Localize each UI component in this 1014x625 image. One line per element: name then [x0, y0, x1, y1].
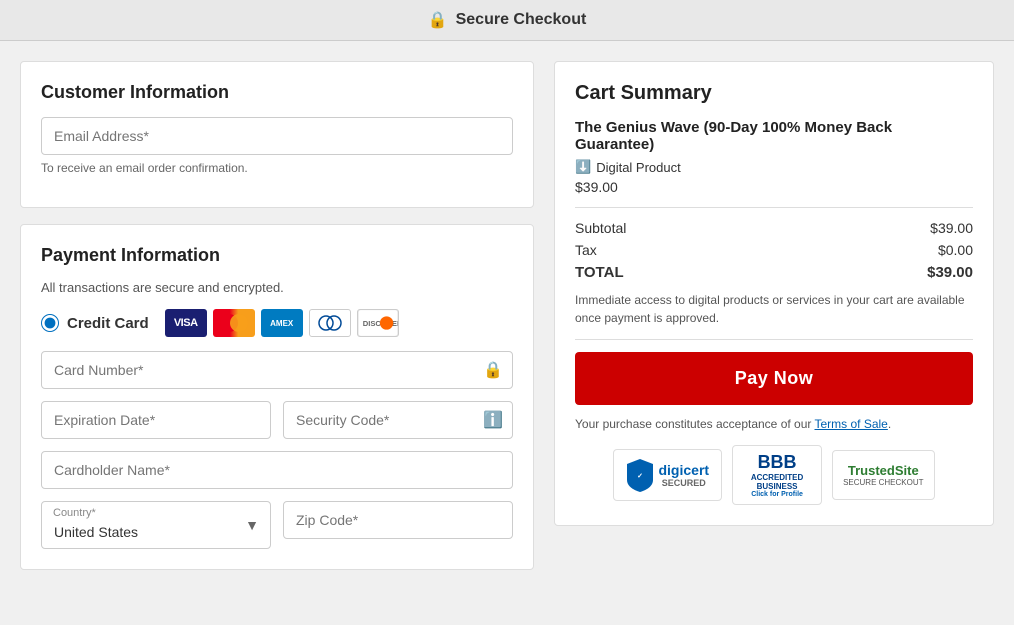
card-icons: VISA AMEX [165, 309, 399, 337]
digicert-badge: ✓ digicert SECURED [613, 449, 722, 501]
subtotal-label: Subtotal [575, 220, 626, 236]
amex-icon: AMEX [261, 309, 303, 337]
download-icon: ⬇️ [575, 159, 591, 175]
cart-summary-panel: Cart Summary The Genius Wave (90-Day 100… [554, 61, 994, 526]
card-number-group: 🔒 [41, 351, 513, 389]
credit-card-text: Credit Card [67, 315, 149, 332]
visa-icon: VISA [165, 309, 207, 337]
terms-prefix: Your purchase constitutes acceptance of … [575, 417, 815, 431]
trust-badges: ✓ digicert SECURED BBB ACCREDITED BUSINE… [575, 445, 973, 505]
digicert-shield-icon: ✓ [626, 458, 654, 492]
mastercard-icon [213, 309, 255, 337]
divider-1 [575, 207, 973, 208]
card-number-input[interactable] [41, 351, 513, 389]
total-row: TOTAL $39.00 [575, 264, 973, 281]
terms-link[interactable]: Terms of Sale [815, 417, 888, 431]
cardholder-input[interactable] [41, 451, 513, 489]
discover-icon: DISCOVER [357, 309, 399, 337]
country-label: Country* [53, 507, 96, 519]
divider-2 [575, 339, 973, 340]
access-note: Immediate access to digital products or … [575, 291, 973, 327]
main-layout: Customer Information To receive an email… [0, 41, 1014, 590]
trustedsite-badge: TrustedSite SECURE CHECKOUT [832, 450, 934, 500]
trusted-sub: SECURE CHECKOUT [843, 478, 923, 487]
total-value: $39.00 [927, 264, 973, 281]
terms-text: Your purchase constitutes acceptance of … [575, 417, 973, 431]
product-name: The Genius Wave (90-Day 100% Money Back … [575, 119, 973, 153]
svg-text:✓: ✓ [638, 473, 644, 480]
email-form-group: To receive an email order confirmation. [41, 117, 513, 175]
digital-badge: ⬇️ Digital Product [575, 159, 973, 175]
customer-info-card: Customer Information To receive an email… [20, 61, 534, 208]
digicert-label: digicert [658, 462, 709, 478]
subtotal-row: Subtotal $39.00 [575, 220, 973, 236]
subtotal-value: $39.00 [930, 220, 973, 236]
bbb-accredited: ACCREDITED [751, 473, 803, 482]
pay-now-button[interactable]: Pay Now [575, 352, 973, 405]
security-group: ℹ️ [283, 401, 513, 439]
expiry-input[interactable] [41, 401, 271, 439]
expiry-security-row: ℹ️ [41, 401, 513, 439]
left-panel: Customer Information To receive an email… [20, 61, 534, 570]
security-code-input[interactable] [283, 401, 513, 439]
cardholder-group [41, 451, 513, 489]
payment-info-card: Payment Information All transactions are… [20, 224, 534, 570]
header-title: Secure Checkout [456, 11, 587, 29]
email-hint: To receive an email order confirmation. [41, 161, 513, 175]
digital-label: Digital Product [596, 160, 681, 175]
tax-row: Tax $0.00 [575, 242, 973, 258]
payment-methods-row: Credit Card VISA AMEX [41, 309, 513, 337]
credit-card-label[interactable]: Credit Card [41, 314, 149, 332]
tax-label: Tax [575, 242, 597, 258]
zip-group [283, 501, 513, 549]
customer-section-title: Customer Information [41, 82, 513, 103]
bbb-badge: BBB ACCREDITED BUSINESS Click for Profil… [732, 445, 822, 505]
bbb-logo: BBB [758, 452, 797, 473]
total-label: TOTAL [575, 264, 624, 281]
payment-section-title: Payment Information [41, 245, 513, 266]
country-group: Country* United States Canada United Kin… [41, 501, 271, 549]
product-price: $39.00 [575, 179, 973, 195]
country-zip-row: Country* United States Canada United Kin… [41, 501, 513, 549]
terms-suffix: . [888, 417, 891, 431]
payment-subtitle: All transactions are secure and encrypte… [41, 280, 513, 295]
bbb-profile: Click for Profile [751, 491, 803, 498]
diners-icon [309, 309, 351, 337]
credit-card-radio[interactable] [41, 314, 59, 332]
cart-title: Cart Summary [575, 82, 973, 105]
checkout-header: 🔒 Secure Checkout [0, 0, 1014, 41]
expiry-group [41, 401, 271, 439]
email-input[interactable] [41, 117, 513, 155]
bbb-business: BUSINESS [757, 482, 798, 491]
trusted-label: TrustedSite [848, 463, 919, 478]
tax-value: $0.00 [938, 242, 973, 258]
digicert-sub: SECURED [658, 478, 709, 488]
info-icon: ℹ️ [483, 410, 503, 430]
zip-input[interactable] [283, 501, 513, 539]
lock-card-icon: 🔒 [483, 360, 503, 380]
lock-icon: 🔒 [428, 10, 448, 30]
